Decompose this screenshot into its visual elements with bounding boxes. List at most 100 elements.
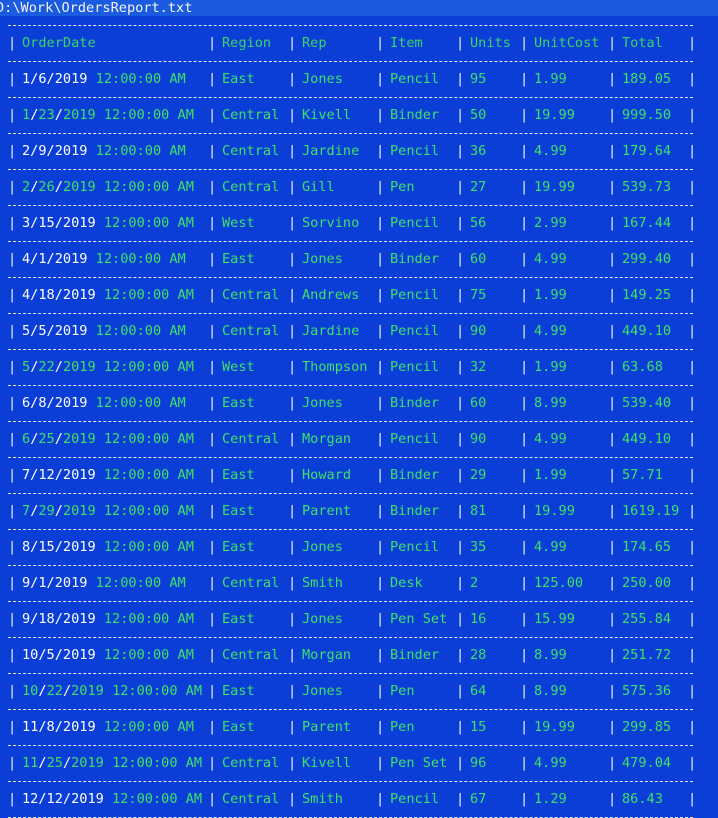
table-row[interactable]: | | | | | | | | 6/25/2019 12:00:00 AM Central Morg… [0,429,718,449]
column-divider: | [288,611,297,627]
column-header: Units [470,35,511,51]
table-row[interactable]: | | | | | | | | 7/29/2019 12:00:00 AM East Parent B… [0,501,718,521]
table-row[interactable]: | | | | | | | | 10/22/2019 12:00:00 AM East Jones P… [0,681,718,701]
table-row[interactable]: | | | | | | | | 2/9/2019 12:00:00 AM Central Jardi… [0,141,718,161]
column-divider: | [520,179,529,195]
table-row[interactable]: | | | | | | | | 4/18/2019 12:00:00 AM Central Andr… [0,285,718,305]
order-date: 10/5/2019 [22,647,96,663]
column-divider: | [208,323,217,339]
column-divider: | [688,719,697,735]
table-row[interactable]: | | | | | | | | 2/26/2019 12:00:00 AM Central Gill… [0,177,718,197]
table-row[interactable]: | | | | | | | | 4/1/2019 12:00:00 AM East Jones Bin… [0,249,718,269]
column-divider: | [376,791,385,807]
column-divider: | [288,251,297,267]
unit-cost-cell: 19.99 [534,503,575,519]
column-divider: | [608,683,617,699]
column-divider: | [456,35,465,51]
item-cell: Binder [390,251,440,267]
table-row[interactable]: | | | | | | | | 5/5/2019 12:00:00 AM Central Jardi… [0,321,718,341]
unit-cost-cell: 1.99 [534,467,567,483]
table-row[interactable]: | | | | | | | | 9/1/2019 12:00:00 AM Central Smith… [0,573,718,593]
region-cell: East [222,719,255,735]
units-cell: 15 [470,719,487,735]
column-divider: | [688,431,697,447]
column-divider: | [288,431,297,447]
column-header: Item [390,35,423,51]
units-cell: 50 [470,107,487,123]
column-divider: | [520,35,529,51]
column-divider: | [520,611,529,627]
order-date-cell: 11/8/2019 12:00:00 AM [22,717,194,737]
row-separator [8,97,693,98]
column-divider: | [608,251,617,267]
table-row[interactable]: | | | | | | | | 1/6/2019 12:00:00 AM East Jones Pen… [0,69,718,89]
column-divider: | [456,179,465,195]
column-divider: | [288,683,297,699]
table-row[interactable]: | | | | | | | | 7/12/2019 12:00:00 AM East Howard B… [0,465,718,485]
item-cell: Pencil [390,287,440,303]
column-divider: | [688,575,697,591]
column-divider: | [376,287,385,303]
table-row[interactable]: | | | | | | | | 8/15/2019 12:00:00 AM East Jones Pe… [0,537,718,557]
column-divider: | [288,107,297,123]
column-divider: | [376,647,385,663]
table-row[interactable]: | | | | | | | | 9/18/2019 12:00:00 AM East Jones Pe… [0,609,718,629]
column-divider: | [208,251,217,267]
column-divider: | [288,71,297,87]
table-row[interactable]: | | | | | | | | 6/8/2019 12:00:00 AM East Jones Bin… [0,393,718,413]
column-divider: | [208,719,217,735]
item-cell: Pen [390,179,415,195]
rep-cell: Howard [302,467,352,483]
order-date: 8/15/2019 [22,539,96,555]
row-separator [8,385,693,386]
unit-cost-cell: 1.99 [534,71,567,87]
order-date-cell: 3/15/2019 12:00:00 AM [22,213,194,233]
table-row[interactable]: | | | | | | | | 11/8/2019 12:00:00 AM East Parent P… [0,717,718,737]
order-date-cell: 9/18/2019 12:00:00 AM [22,609,194,629]
order-time: 12:00:00 AM [112,791,203,807]
column-divider: | [608,755,617,771]
region-cell: Central [222,575,280,591]
item-cell: Pencil [390,323,440,339]
rep-cell: Parent [302,503,352,519]
column-divider: | [376,71,385,87]
column-divider: | [456,683,465,699]
column-divider: | [208,179,217,195]
column-divider: | [456,215,465,231]
column-divider: | [608,143,617,159]
column-divider: | [8,575,17,591]
table-row[interactable]: | | | | | | | | 5/22/2019 12:00:00 AM West Thompso… [0,357,718,377]
table-row[interactable]: | | | | | | | | 11/25/2019 12:00:00 AM Central Kiv… [0,753,718,773]
item-cell: Binder [390,395,440,411]
order-time: 12:00:00 AM [95,395,186,411]
column-divider: | [456,107,465,123]
column-divider: | [8,755,17,771]
column-divider: | [520,503,529,519]
column-divider: | [688,539,697,555]
column-divider: | [608,611,617,627]
table-row[interactable]: | | | | | | | | 12/12/2019 12:00:00 AM Central Smi… [0,789,718,809]
column-divider: | [520,467,529,483]
column-divider: | [288,467,297,483]
column-divider: | [208,611,217,627]
order-date-cell: 12/12/2019 12:00:00 AM [22,789,202,809]
order-date-cell: 5/22/2019 12:00:00 AM [22,359,194,375]
column-divider: | [688,503,697,519]
row-separator [8,673,693,674]
column-divider: | [208,107,217,123]
units-cell: 90 [470,431,487,447]
table-row[interactable]: | | | | | | | | 3/15/2019 12:00:00 AM West Sorvino… [0,213,718,233]
order-date: 9/1/2019 [22,575,88,591]
table-row[interactable]: | | | | | | | | 10/5/2019 12:00:00 AM Central Morg… [0,645,718,665]
table-row[interactable]: | | | | | | | | 1/23/2019 12:00:00 AM Central Kive… [0,105,718,125]
total-cell: 299.40 [622,251,672,267]
column-divider: | [520,359,529,375]
column-divider: | [208,791,217,807]
unit-cost-cell: 8.99 [534,683,567,699]
total-cell: 449.10 [622,323,672,339]
column-divider: | [608,503,617,519]
column-divider: | [288,755,297,771]
rep-cell: Thompson [302,359,368,375]
column-divider: | [8,719,17,735]
region-cell: East [222,395,255,411]
